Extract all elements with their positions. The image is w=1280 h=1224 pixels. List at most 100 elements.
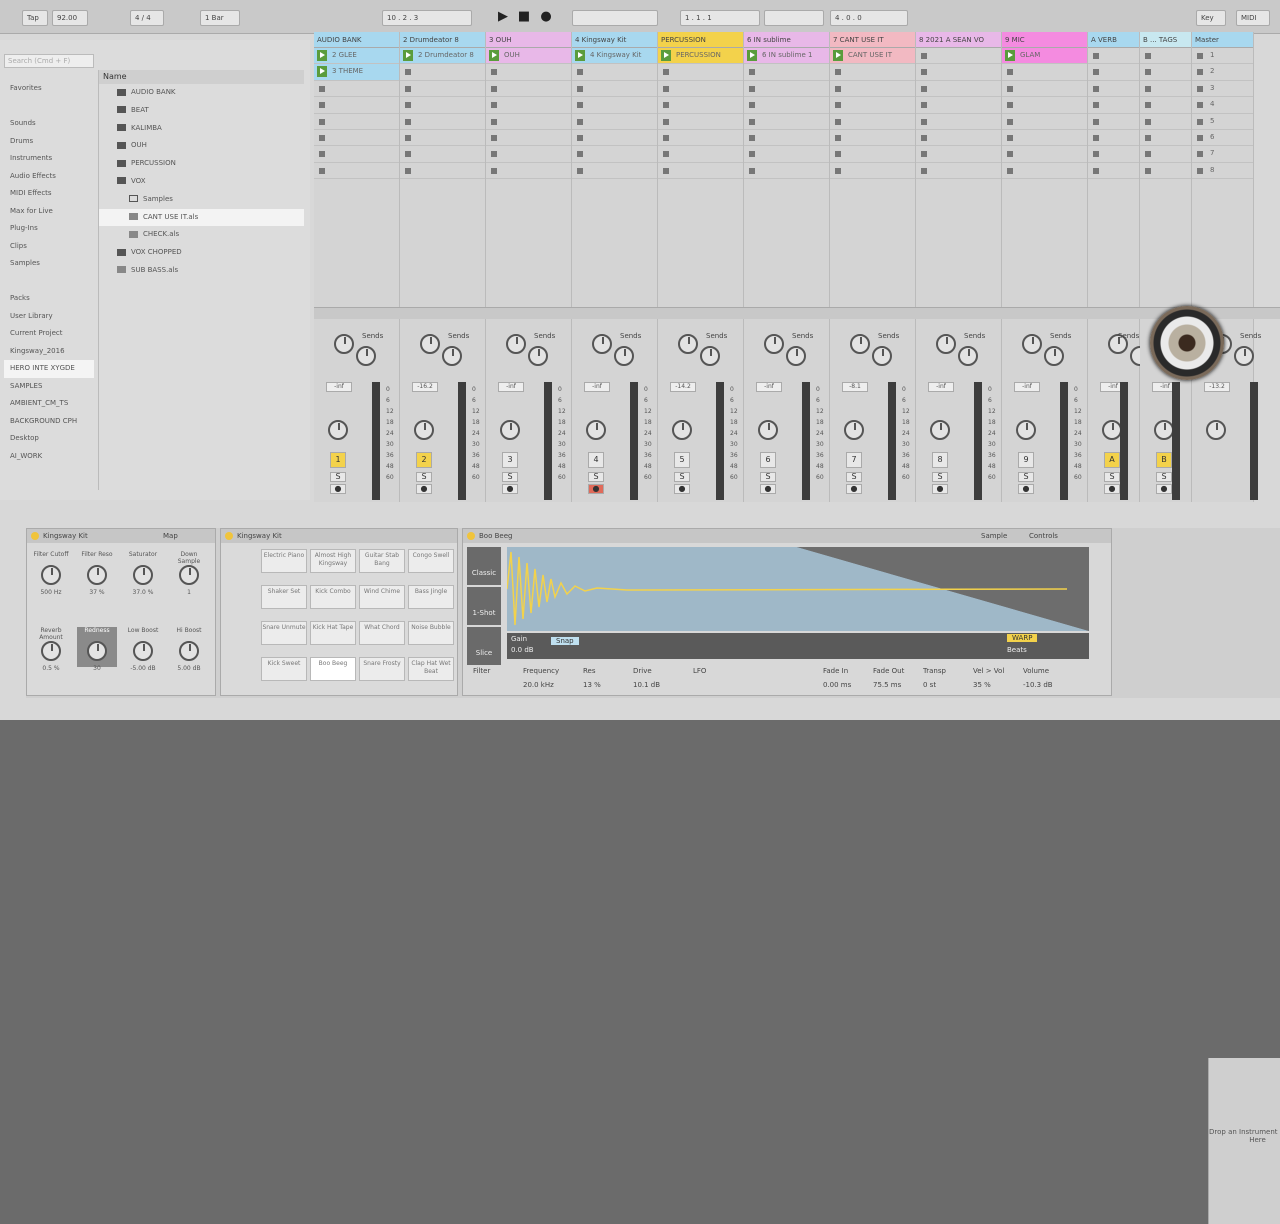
- clip-slot[interactable]: [658, 114, 743, 130]
- clip-slot[interactable]: [658, 64, 743, 81]
- track-activator-button[interactable]: 6: [760, 452, 776, 468]
- track-title[interactable]: 3 OUH: [486, 32, 571, 48]
- simpler-param-label[interactable]: Transp: [923, 667, 946, 675]
- clip-stop-icon[interactable]: [921, 151, 927, 158]
- arm-button[interactable]: ●: [588, 484, 604, 494]
- file-item[interactable]: SUB BASS.als: [99, 262, 304, 280]
- clip-slot[interactable]: [1140, 130, 1191, 147]
- clip-launch-icon[interactable]: [661, 50, 671, 61]
- clip-stop-icon[interactable]: [921, 69, 927, 76]
- drum-pad[interactable]: Electric Piano: [261, 549, 307, 573]
- arm-button[interactable]: ●: [502, 484, 518, 494]
- knob-icon[interactable]: [179, 565, 199, 585]
- clip-slot[interactable]: [400, 64, 485, 81]
- folder-item[interactable]: KALIMBA: [99, 120, 304, 138]
- clip-stop-icon[interactable]: [405, 85, 411, 92]
- place-item[interactable]: Max for Live: [4, 203, 94, 221]
- clip-slot[interactable]: 1: [1192, 48, 1253, 65]
- solo-button[interactable]: S: [846, 472, 862, 482]
- level-meter[interactable]: [974, 382, 982, 500]
- clip-slot[interactable]: [486, 64, 571, 81]
- clip-slot[interactable]: [572, 163, 657, 180]
- clip-stop-icon[interactable]: [921, 118, 927, 125]
- level-meter[interactable]: [544, 382, 552, 500]
- stop-icon[interactable]: ■: [516, 8, 532, 26]
- clip-stop-icon[interactable]: [577, 85, 583, 92]
- simpler-param-label[interactable]: Fade In: [823, 667, 848, 675]
- clip-slot[interactable]: [572, 81, 657, 98]
- level-meter[interactable]: [1120, 382, 1128, 500]
- track-title[interactable]: 9 MIC: [1002, 32, 1087, 48]
- simpler-param-value[interactable]: 35 %: [973, 681, 991, 689]
- drum-pad[interactable]: Almost High Kingsway: [310, 549, 356, 573]
- clip-slot[interactable]: 4 Kingsway Kit: [572, 48, 657, 65]
- clip-slot[interactable]: [1002, 81, 1087, 98]
- drum-pad[interactable]: Boo Beeg: [310, 657, 356, 681]
- drum-pad[interactable]: Snare Frosty: [359, 657, 405, 681]
- clip-slot[interactable]: [1088, 163, 1139, 180]
- arrangement-position[interactable]: 10 . 2 . 3: [382, 10, 472, 26]
- clip-slot[interactable]: [486, 97, 571, 114]
- clip-stop-icon[interactable]: [577, 102, 583, 109]
- clip-slot[interactable]: [1140, 97, 1191, 114]
- clip-slot[interactable]: [314, 97, 399, 114]
- volume-value[interactable]: -inf: [584, 382, 610, 392]
- drum-pad[interactable]: Bass Jingle: [408, 585, 454, 609]
- clip-slot[interactable]: [314, 146, 399, 163]
- clip-slot[interactable]: [830, 130, 915, 147]
- knob-icon[interactable]: [133, 565, 153, 585]
- warp-mode-menu[interactable]: Beats: [1007, 646, 1027, 654]
- clip-stop-icon[interactable]: [1093, 53, 1099, 59]
- clip-slot[interactable]: [916, 97, 1001, 114]
- place-item[interactable]: Drums: [4, 133, 94, 151]
- clip-stop-icon[interactable]: [491, 134, 497, 141]
- clip-stop-icon[interactable]: [1093, 69, 1099, 76]
- clip-launch-icon[interactable]: [317, 66, 327, 78]
- send-b-knob[interactable]: [958, 346, 978, 366]
- simpler-param-value[interactable]: 10.1 dB: [633, 681, 660, 689]
- midi-map-button[interactable]: MIDI: [1236, 10, 1270, 26]
- clip-stop-icon[interactable]: [835, 102, 841, 109]
- clip-stop-icon[interactable]: [1007, 85, 1013, 92]
- quantize-menu[interactable]: 1 Bar: [200, 10, 240, 26]
- clip-stop-icon[interactable]: [1197, 134, 1203, 141]
- clip-stop-icon[interactable]: [1007, 102, 1013, 109]
- clip-stop-icon[interactable]: [1093, 85, 1099, 92]
- clip-stop-icon[interactable]: [1197, 69, 1203, 76]
- clip-stop-icon[interactable]: [1197, 85, 1203, 92]
- clip-slot[interactable]: [916, 64, 1001, 81]
- clip-stop-icon[interactable]: [663, 69, 669, 76]
- clip-slot[interactable]: [1002, 97, 1087, 114]
- send-b-knob[interactable]: [356, 346, 376, 366]
- simpler-param-value[interactable]: 0.00 ms: [823, 681, 851, 689]
- waveform-display[interactable]: [506, 547, 1089, 631]
- pan-knob[interactable]: [1154, 420, 1174, 440]
- send-a-knob[interactable]: [1022, 334, 1042, 354]
- send-b-knob[interactable]: [528, 346, 548, 366]
- folder-item[interactable]: Samples: [99, 191, 304, 209]
- send-b-knob[interactable]: [442, 346, 462, 366]
- arm-button[interactable]: ●: [330, 484, 346, 494]
- clip-stop-icon[interactable]: [749, 167, 755, 174]
- clip-stop-icon[interactable]: [577, 134, 583, 141]
- clip-slot[interactable]: [744, 97, 829, 114]
- clip-slot[interactable]: 2 Drumdeator 8: [400, 48, 485, 65]
- volume-value[interactable]: -inf: [326, 382, 352, 392]
- name-column-header[interactable]: Name: [99, 70, 304, 84]
- drum-pad[interactable]: Congo Swell: [408, 549, 454, 573]
- simpler-param-value[interactable]: -10.3 dB: [1023, 681, 1053, 689]
- clip-stop-icon[interactable]: [1145, 53, 1151, 59]
- drum-pad[interactable]: Kick Combo: [310, 585, 356, 609]
- place-item[interactable]: Kingsway_2016: [4, 343, 94, 361]
- clip-stop-icon[interactable]: [577, 167, 583, 174]
- macro-knob[interactable]: Redness 30: [77, 627, 117, 672]
- tab-controls[interactable]: Controls: [1029, 529, 1058, 543]
- clip-stop-icon[interactable]: [319, 167, 325, 174]
- clip-slot[interactable]: [1002, 163, 1087, 180]
- clip-slot[interactable]: [1088, 81, 1139, 98]
- clip-slot[interactable]: [1002, 146, 1087, 163]
- clip-slot[interactable]: [1088, 114, 1139, 130]
- clip-slot[interactable]: [572, 146, 657, 163]
- place-item[interactable]: Packs: [4, 290, 94, 308]
- volume-value[interactable]: -13.2: [1204, 382, 1230, 392]
